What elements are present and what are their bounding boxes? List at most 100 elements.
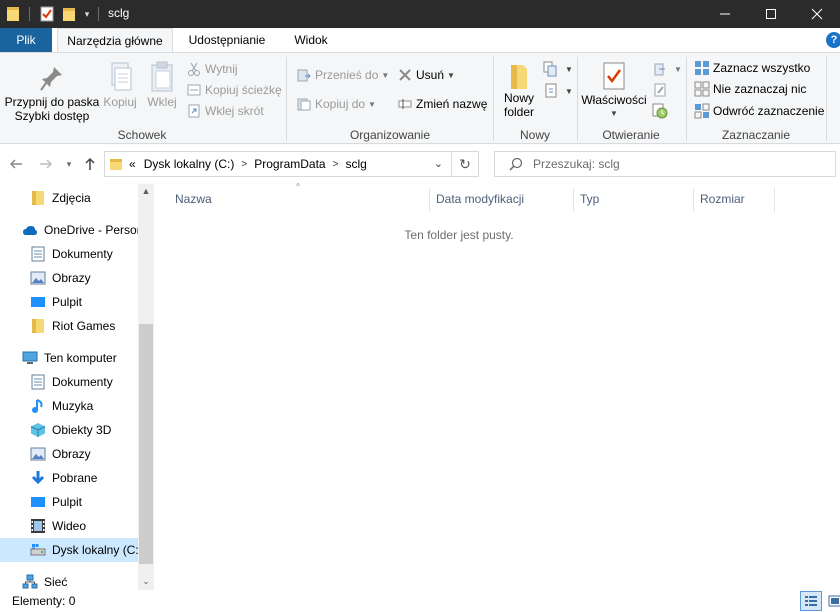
nav-item-dokumenty[interactable]: Dokumenty xyxy=(0,242,138,266)
refresh-button[interactable]: ↻ xyxy=(452,151,479,177)
scissors-icon xyxy=(186,61,202,77)
breadcrumb-programdata[interactable]: ProgramData xyxy=(254,157,325,171)
group-label-zaznaczanie: Zaznaczanie xyxy=(721,128,791,142)
copy-to-button[interactable]: Kopiuj do ▼ xyxy=(296,94,376,114)
select-all-button[interactable]: Zaznacz wszystko xyxy=(694,58,810,78)
help-icon[interactable]: ? xyxy=(826,32,840,48)
folder-icon xyxy=(30,318,46,334)
large-icons-view-icon xyxy=(828,595,840,607)
pin-quick-access-button[interactable]: Przypnij do paska Szybki dostęp xyxy=(4,63,100,123)
nav-item-wideo[interactable]: Wideo xyxy=(0,514,138,538)
tab-view[interactable]: Widok xyxy=(282,28,340,52)
scroll-down-icon[interactable]: ⌄ xyxy=(138,574,154,588)
delete-button[interactable]: Usuń ▼ xyxy=(397,65,455,85)
group-label-organizowanie: Organizowanie xyxy=(349,128,431,142)
column-header-name[interactable]: Nazwa xyxy=(169,188,429,210)
breadcrumb-sclg[interactable]: sclg xyxy=(345,157,366,171)
properties-dropdown-icon[interactable]: ▼ xyxy=(580,107,648,121)
new-item-button[interactable]: ▼ xyxy=(543,59,573,79)
new-folder-icon[interactable] xyxy=(60,4,78,24)
copy-path-button[interactable]: Kopiuj ścieżkę xyxy=(186,80,282,100)
breadcrumb-separator-icon[interactable]: > xyxy=(241,159,247,170)
properties-button[interactable]: Właściwości ▼ xyxy=(580,61,648,121)
column-header-size[interactable]: Rozmiar xyxy=(694,188,774,210)
nav-pane-scrollbar[interactable]: ▲ ⌄ xyxy=(138,184,154,590)
nav-item-dysk-lokalny[interactable]: Dysk lokalny (C:) xyxy=(0,538,138,562)
paste-label: Wklej xyxy=(147,95,177,109)
select-none-button[interactable]: Nie zaznaczaj nic xyxy=(694,79,806,99)
documents-icon xyxy=(30,374,46,390)
minimize-button[interactable] xyxy=(702,0,748,28)
forward-arrow-icon xyxy=(40,159,53,169)
new-folder-icon xyxy=(505,61,533,91)
copy-path-icon xyxy=(186,82,202,98)
address-dropdown-icon[interactable]: ⌄ xyxy=(434,157,443,170)
breadcrumb-separator-icon[interactable]: > xyxy=(333,159,339,170)
move-to-button[interactable]: Przenieś do ▼ xyxy=(296,65,389,85)
breadcrumb-drive[interactable]: Dysk lokalny (C:) xyxy=(144,157,235,171)
nav-item-siec[interactable]: Sieć xyxy=(0,570,138,590)
nav-item-obiekty-3d[interactable]: Obiekty 3D xyxy=(0,418,138,442)
nav-item-label: Dokumenty xyxy=(52,375,113,389)
invert-selection-label: Odwróć zaznaczenie xyxy=(713,104,825,118)
group-label-schowek: Schowek xyxy=(117,128,167,142)
new-folder-button[interactable]: Nowy folder xyxy=(498,61,540,119)
nav-item-riot-games[interactable]: Riot Games xyxy=(0,314,138,338)
customize-quick-access-icon[interactable]: ▾ xyxy=(80,4,94,24)
nav-item-label: Obiekty 3D xyxy=(52,423,112,437)
nav-item-ten-komputer[interactable]: Ten komputer xyxy=(0,346,138,370)
nav-item-dokumenty-pc[interactable]: Dokumenty xyxy=(0,370,138,394)
column-header-type[interactable]: Typ xyxy=(574,188,693,210)
invert-selection-button[interactable]: Odwróć zaznaczenie xyxy=(694,101,824,121)
tab-home[interactable]: Narzędzia główne xyxy=(57,28,173,53)
nav-item-muzyka[interactable]: Muzyka xyxy=(0,394,138,418)
address-bar[interactable]: « Dysk lokalny (C:) > ProgramData > sclg… xyxy=(104,151,452,177)
desktop-icon xyxy=(30,294,46,310)
large-icons-view-button[interactable] xyxy=(824,591,840,611)
nav-item-pobrane[interactable]: Pobrane xyxy=(0,466,138,490)
copy-button[interactable]: Kopiuj xyxy=(100,61,140,109)
breadcrumb-overflow[interactable]: « xyxy=(129,157,136,171)
open-button[interactable]: ▼ xyxy=(652,59,682,79)
properties-icon[interactable] xyxy=(38,4,56,24)
nav-item-obrazy[interactable]: Obrazy xyxy=(0,266,138,290)
open-icon xyxy=(652,61,668,77)
close-button[interactable] xyxy=(794,0,840,28)
up-button[interactable] xyxy=(80,154,100,174)
nav-item-label: Dokumenty xyxy=(52,247,113,261)
scroll-up-icon[interactable]: ▲ xyxy=(138,184,154,198)
tab-plik[interactable]: Plik xyxy=(0,28,52,52)
rename-icon xyxy=(397,96,413,112)
desktop-icon xyxy=(30,494,46,510)
ribbon-tabs: Plik Narzędzia główne Udostępnianie Wido… xyxy=(0,28,840,53)
nav-item-pulpit[interactable]: Pulpit xyxy=(0,290,138,314)
objects-3d-icon xyxy=(30,422,46,438)
back-button[interactable] xyxy=(6,154,26,174)
cut-label: Wytnij xyxy=(205,62,238,76)
maximize-button[interactable] xyxy=(748,0,794,28)
column-header-date[interactable]: Data modyfikacji xyxy=(430,188,573,210)
paste-shortcut-button[interactable]: Wklej skrót xyxy=(186,101,264,121)
navigation-bar: ▾ « Dysk lokalny (C:) > ProgramData > sc… xyxy=(0,144,840,184)
scrollbar-thumb[interactable] xyxy=(139,324,153,564)
details-view-button[interactable] xyxy=(800,591,822,611)
edit-button[interactable] xyxy=(652,80,671,100)
nav-item-label: Zdjęcia xyxy=(52,191,91,205)
recent-locations-icon[interactable]: ▾ xyxy=(62,154,76,174)
search-box[interactable]: Przeszukaj: sclg xyxy=(494,151,836,177)
easy-access-button[interactable]: ▼ xyxy=(543,81,573,101)
rename-button[interactable]: Zmień nazwę xyxy=(397,94,487,114)
tab-share[interactable]: Udostępnianie xyxy=(179,28,275,52)
file-list[interactable]: ^ Nazwa Data modyfikacji Typ Rozmiar Ten… xyxy=(158,182,840,590)
nav-item-pulpit-pc[interactable]: Pulpit xyxy=(0,490,138,514)
search-icon xyxy=(509,157,523,171)
nav-item-onedrive[interactable]: OneDrive - Persor xyxy=(0,218,138,242)
cut-button[interactable]: Wytnij xyxy=(186,59,238,79)
history-button[interactable] xyxy=(652,101,671,121)
properties-icon xyxy=(600,61,628,93)
nav-item-label: Pulpit xyxy=(52,495,83,509)
forward-button[interactable] xyxy=(36,154,56,174)
paste-button[interactable]: Wklej xyxy=(142,61,182,109)
nav-item-zdjecia[interactable]: Zdjęcia xyxy=(0,186,138,210)
nav-item-obrazy-pc[interactable]: Obrazy xyxy=(0,442,138,466)
